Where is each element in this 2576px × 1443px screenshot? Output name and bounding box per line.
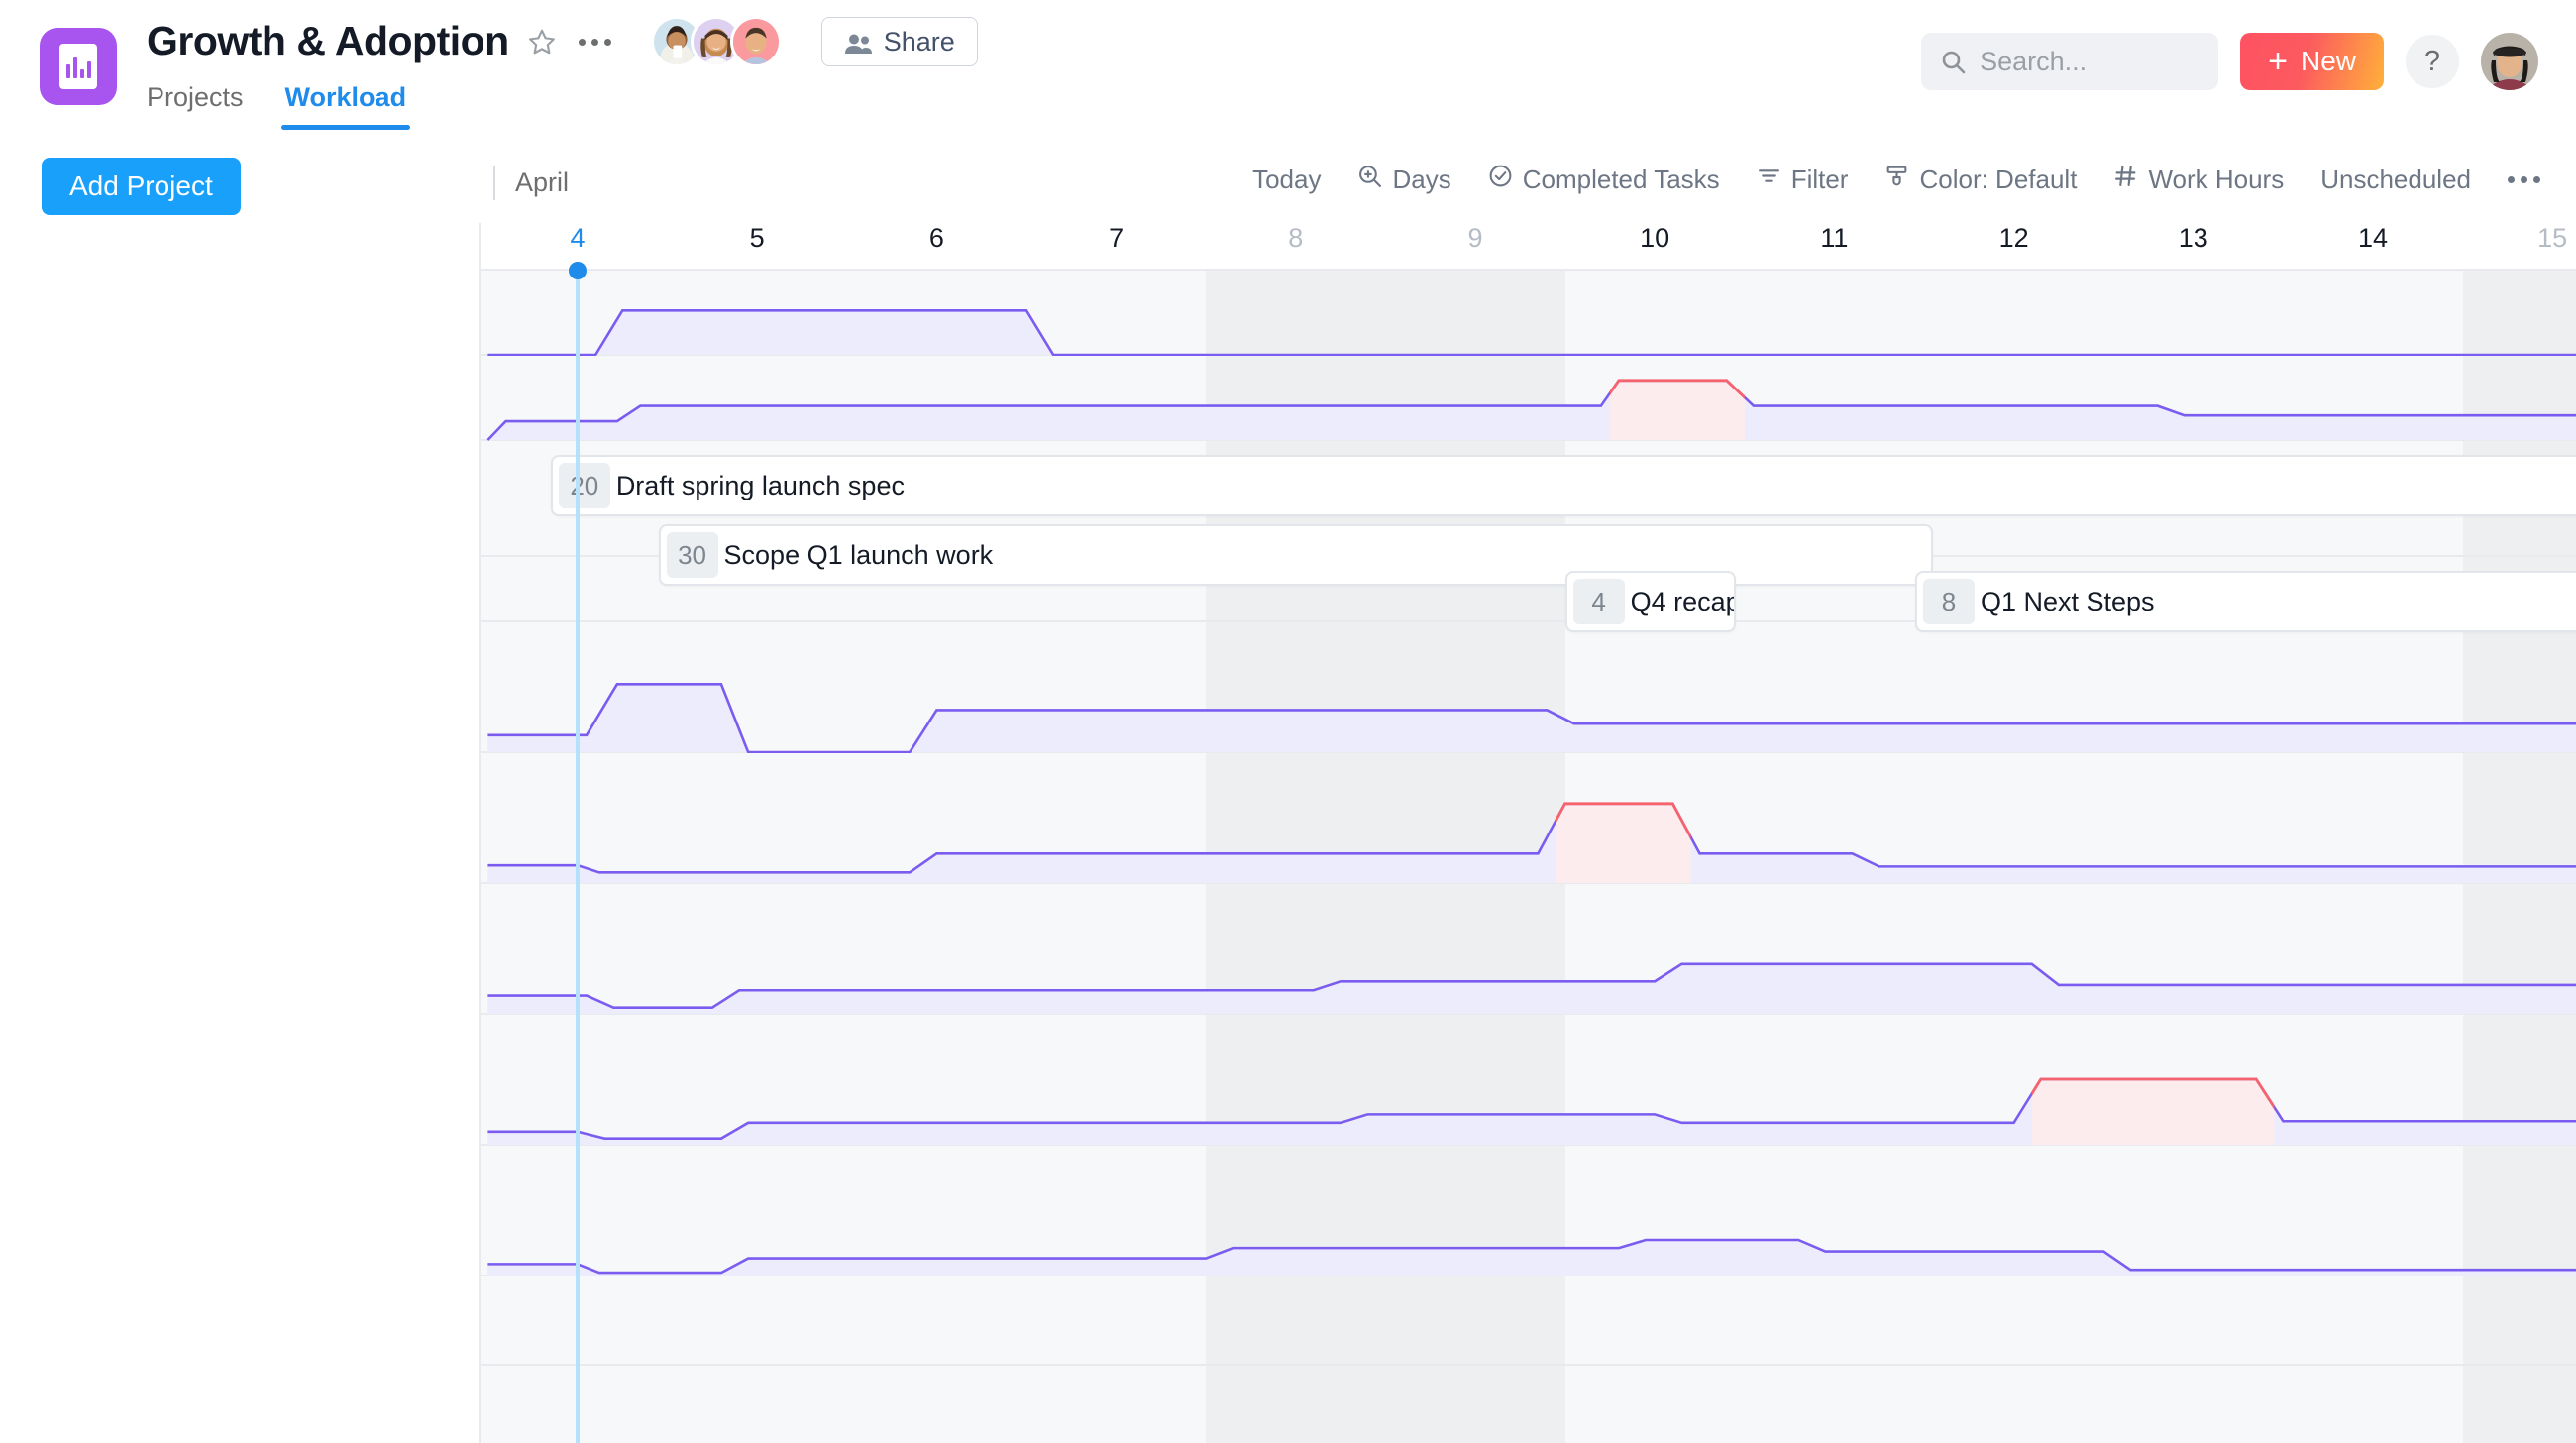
- task-name: Q4 recap: [1631, 587, 1736, 617]
- date-header-day: 7: [1026, 223, 1206, 271]
- toolbar-completed-tasks[interactable]: Completed Tasks: [1488, 164, 1720, 195]
- bar-chart-icon: [40, 28, 117, 105]
- timeline-lane[interactable]: [481, 884, 2576, 1013]
- date-header-day: 8: [1206, 223, 1385, 271]
- ellipsis-icon[interactable]: [575, 39, 615, 46]
- capacity-chart: [481, 1015, 2576, 1146]
- capacity-chart: [481, 356, 2576, 441]
- task-bar[interactable]: 20Draft spring launch spec: [551, 455, 2576, 516]
- zoom-in-icon: [1357, 164, 1382, 195]
- resource-sidebar: [0, 271, 481, 1443]
- date-header-day: 15: [2463, 223, 2576, 271]
- date-header-day: 6: [847, 223, 1026, 271]
- timeline-lane[interactable]: [481, 622, 2576, 751]
- top-bar: Growth & Adoption: [0, 0, 2576, 144]
- timeline-lane[interactable]: [481, 356, 2576, 439]
- member-avatar-stack[interactable]: [651, 16, 782, 67]
- date-header-day: 13: [2103, 223, 2283, 271]
- task-hours-badge: 4: [1573, 579, 1625, 624]
- toolbar-overflow-icon[interactable]: [2508, 176, 2540, 183]
- timeline-lane[interactable]: 20Draft spring launch spec30Scope Q1 lau…: [481, 441, 2576, 555]
- avatar[interactable]: [730, 16, 782, 67]
- date-header-day: 12: [1924, 223, 2103, 271]
- paint-icon: [1884, 164, 1909, 195]
- task-hours-badge: 20: [559, 463, 610, 508]
- title-block: Growth & Adoption: [147, 16, 978, 67]
- capacity-chart: [481, 753, 2576, 884]
- capacity-chart: [481, 1146, 2576, 1276]
- toolbar-filter[interactable]: Filter: [1757, 164, 1849, 195]
- view-toolbar: Add Project April Today Days: [0, 144, 2576, 223]
- timeline-lane[interactable]: [481, 1276, 2576, 1364]
- capacity-chart: [481, 622, 2576, 753]
- date-header-day: 9: [1385, 223, 1564, 271]
- star-icon[interactable]: [527, 27, 557, 56]
- toolbar-days[interactable]: Days: [1357, 164, 1450, 195]
- share-button-label: Share: [884, 27, 955, 57]
- tab-projects[interactable]: Projects: [147, 82, 244, 130]
- toolbar-today-label: Today: [1252, 165, 1321, 195]
- search-box[interactable]: [1921, 33, 2218, 90]
- check-circle-icon: [1488, 164, 1513, 195]
- date-header-day: 14: [2283, 223, 2462, 271]
- today-marker-dot: [569, 262, 587, 279]
- new-button-label: New: [2301, 46, 2356, 77]
- task-name: Draft spring launch spec: [616, 471, 922, 501]
- page-title: Growth & Adoption: [147, 19, 509, 63]
- toolbar-color-label: Color: Default: [1919, 165, 2077, 195]
- new-button[interactable]: + New: [2240, 33, 2384, 90]
- timeline-lane[interactable]: 4Q4 recap8Q1 Next Steps: [481, 557, 2576, 620]
- add-project-button[interactable]: Add Project: [42, 158, 241, 215]
- workload-board: Alejandro LunaSocial Media LeadBlake Var…: [0, 271, 2576, 1443]
- workload-app: Growth & Adoption: [0, 0, 2576, 1443]
- toolbar-items: Today Days Completed Tasks: [1252, 164, 2540, 195]
- capacity-chart: [481, 884, 2576, 1015]
- date-header-day: 11: [1745, 223, 1924, 271]
- timeline-lane[interactable]: [481, 753, 2576, 882]
- month-label: April: [493, 166, 569, 200]
- filter-icon: [1757, 164, 1781, 195]
- timeline-lane[interactable]: [481, 1015, 2576, 1144]
- toolbar-unscheduled[interactable]: Unscheduled: [2320, 165, 2471, 195]
- date-header-spacer: [0, 223, 481, 271]
- toolbar-filter-label: Filter: [1791, 165, 1849, 195]
- timeline-date-header: 456789101112131415: [0, 223, 2576, 271]
- people-icon: [844, 31, 872, 53]
- toolbar-completed-label: Completed Tasks: [1523, 165, 1720, 195]
- capacity-chart: [481, 271, 2576, 356]
- timeline-lane[interactable]: [481, 271, 2576, 354]
- toolbar-today[interactable]: Today: [1252, 165, 1321, 195]
- date-header-day: 5: [668, 223, 847, 271]
- task-name: Q1 Next Steps: [1981, 587, 2173, 617]
- tab-workload[interactable]: Workload: [285, 82, 407, 130]
- toolbar-work-hours[interactable]: Work Hours: [2113, 164, 2284, 195]
- help-button[interactable]: ?: [2406, 35, 2459, 88]
- share-button[interactable]: Share: [821, 17, 978, 66]
- view-tabs: Projects Workload: [147, 82, 406, 130]
- search-icon: [1941, 50, 1966, 74]
- toolbar-color[interactable]: Color: Default: [1884, 164, 2077, 195]
- toolbar-unscheduled-label: Unscheduled: [2320, 165, 2471, 195]
- user-avatar[interactable]: [2481, 33, 2538, 90]
- task-hours-badge: 8: [1923, 579, 1975, 624]
- toolbar-work-hours-label: Work Hours: [2148, 165, 2284, 195]
- today-line: [576, 271, 580, 1443]
- top-right-controls: + New ?: [1921, 33, 2538, 90]
- date-header-day: 10: [1565, 223, 1745, 271]
- search-input[interactable]: [1980, 47, 2199, 77]
- plus-icon: +: [2268, 45, 2288, 78]
- hash-icon: [2113, 164, 2138, 195]
- toolbar-days-label: Days: [1392, 165, 1450, 195]
- timeline-lane[interactable]: [481, 1146, 2576, 1275]
